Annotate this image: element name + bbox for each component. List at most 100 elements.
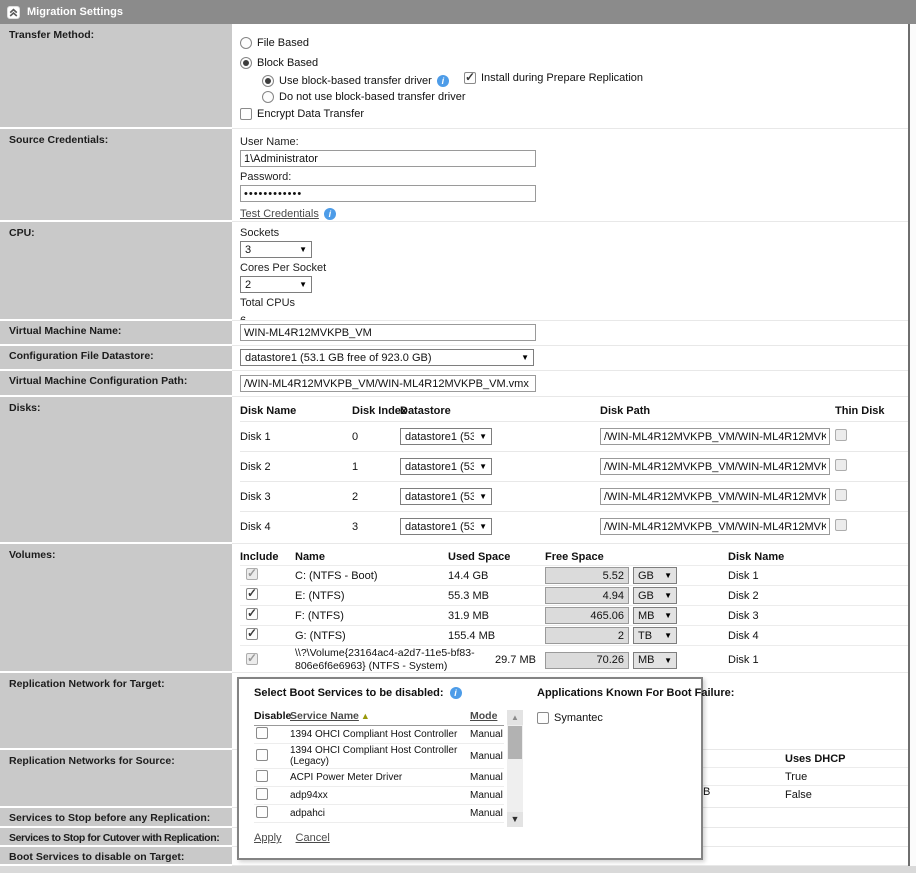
label-transfer-method: Transfer Method:	[0, 24, 232, 129]
panel-bottom-edge	[0, 866, 916, 873]
disks-header-name: Disk Name	[240, 405, 352, 417]
service-name: 1394 OHCI Compliant Host Controller (Leg…	[290, 745, 470, 767]
free-space-input[interactable]	[545, 652, 629, 669]
scroll-down-icon[interactable]: ▼	[507, 812, 523, 827]
disk-datastore-select[interactable]: datastore1 (53.1 GB free of 923.0 GB)▼	[400, 488, 492, 505]
no-driver-radio[interactable]	[262, 91, 274, 103]
disk-index: 2	[352, 491, 400, 503]
install-prepare-label: Install during Prepare Replication	[481, 72, 643, 84]
vm-name-input[interactable]	[240, 324, 536, 341]
label-boot-services-disable: Boot Services to disable on Target:	[0, 847, 232, 866]
include-volume-checkbox[interactable]	[246, 588, 258, 600]
scrollbar-thumb[interactable]	[508, 726, 522, 759]
migration-settings-panel: Migration Settings Transfer Method: File…	[0, 0, 916, 873]
disk-index: 1	[352, 461, 400, 473]
service-name: 1394 OHCI Compliant Host Controller	[290, 729, 470, 740]
vm-config-path-input[interactable]	[240, 375, 536, 392]
password-input[interactable]	[240, 185, 536, 202]
service-mode: Manual	[470, 808, 504, 819]
service-name: adp94xx	[290, 790, 470, 801]
apply-link[interactable]: Apply	[254, 832, 282, 844]
symantec-label: Symantec	[554, 712, 603, 724]
dropdown-arrow-icon: ▼	[521, 353, 529, 362]
disk-datastore-select[interactable]: datastore1 (53.1 GB free of 923.0 GB)▼	[400, 458, 492, 475]
panel-titlebar[interactable]: Migration Settings	[0, 0, 916, 24]
disk-datastore-select[interactable]: datastore1 (53.1 GB free of 923.0 GB)▼	[400, 428, 492, 445]
free-space-input[interactable]	[545, 627, 629, 644]
service-mode: Manual	[470, 790, 504, 801]
cpu-content: Sockets 3 ▼ Cores Per Socket 2 ▼ Total C…	[232, 222, 908, 321]
free-space-input[interactable]	[545, 587, 629, 604]
label-repl-network-target: Replication Network for Target:	[0, 673, 232, 750]
username-input[interactable]	[240, 150, 536, 167]
scroll-up-icon[interactable]: ▲	[507, 710, 523, 725]
disk-path-input[interactable]	[600, 428, 830, 445]
free-space-unit-select[interactable]: GB▼	[633, 587, 677, 604]
disk-path-input[interactable]	[600, 458, 830, 475]
include-volume-checkbox[interactable]	[246, 628, 258, 640]
free-space-unit-select[interactable]: GB▼	[633, 567, 677, 584]
popup-info-icon[interactable]: i	[450, 687, 462, 699]
label-services-stop-cutover: Services to Stop for Cutover with Replic…	[0, 828, 232, 847]
disk-name: Disk 1	[240, 431, 352, 443]
volumes-header-name: Name	[295, 551, 448, 563]
volume-row: F: (NTFS) 31.9 MB MB▼ Disk 3	[240, 605, 908, 625]
label-cpu: CPU:	[0, 222, 232, 321]
label-vm-name: Virtual Machine Name:	[0, 321, 232, 346]
boot-services-table: Disable Service Name▲ Mode 1394 OHCI Com…	[254, 706, 504, 823]
volume-row: \\?\Volume{23164ac4-a2d7-11e5-bf83-806e6…	[240, 645, 908, 673]
use-driver-info-icon[interactable]: i	[437, 75, 449, 87]
volume-disk-name: Disk 2	[728, 590, 908, 602]
dropdown-arrow-icon: ▼	[664, 571, 672, 580]
free-space-unit-select[interactable]: MB▼	[633, 652, 677, 669]
disk-path-input[interactable]	[600, 488, 830, 505]
test-credentials-link[interactable]: Test Credentials	[240, 208, 319, 220]
svc-header-mode[interactable]: Mode	[470, 710, 504, 722]
disk-datastore-select[interactable]: datastore1 (53.1 GB free of 923.0 GB)▼	[400, 518, 492, 535]
cores-select[interactable]: 2 ▼	[240, 276, 312, 293]
thin-disk-checkbox[interactable]	[835, 429, 847, 441]
boot-services-popup: Select Boot Services to be disabled: i A…	[237, 677, 703, 860]
services-scrollbar[interactable]: ▲ ▼	[507, 710, 523, 827]
install-prepare-checkbox[interactable]	[464, 72, 476, 84]
volume-row: E: (NTFS) 55.3 MB GB▼ Disk 2	[240, 585, 908, 605]
use-driver-radio[interactable]	[262, 75, 274, 87]
disable-service-checkbox[interactable]	[256, 727, 268, 739]
volume-used-space: 55.3 MB	[448, 590, 545, 602]
volume-used-space: 155.4 MB	[448, 630, 545, 642]
config-datastore-value: datastore1 (53.1 GB free of 923.0 GB)	[245, 352, 516, 364]
config-datastore-select[interactable]: datastore1 (53.1 GB free of 923.0 GB) ▼	[240, 349, 534, 366]
svc-header-service-name[interactable]: Service Name	[290, 710, 359, 722]
encrypt-checkbox[interactable]	[240, 108, 252, 120]
volumes-header-disk: Disk Name	[728, 551, 908, 563]
disable-service-checkbox[interactable]	[256, 806, 268, 818]
service-row: 1394 OHCI Compliant Host Controller Manu…	[254, 726, 504, 744]
vm-name-content	[232, 321, 908, 346]
disk-path-input[interactable]	[600, 518, 830, 535]
service-mode: Manual	[470, 751, 504, 762]
free-space-input[interactable]	[545, 607, 629, 624]
file-based-label: File Based	[257, 37, 309, 49]
disable-service-checkbox[interactable]	[256, 788, 268, 800]
no-driver-label: Do not use block-based transfer driver	[279, 91, 465, 103]
free-space-input[interactable]	[545, 567, 629, 584]
collapse-icon[interactable]	[7, 6, 20, 19]
include-volume-checkbox[interactable]	[246, 608, 258, 620]
symantec-checkbox[interactable]	[537, 712, 549, 724]
disable-service-checkbox[interactable]	[256, 749, 268, 761]
thin-disk-checkbox[interactable]	[835, 459, 847, 471]
apps-boot-failure-title: Applications Known For Boot Failure:	[537, 687, 734, 699]
free-space-unit-select[interactable]: MB▼	[633, 607, 677, 624]
disable-service-checkbox[interactable]	[256, 770, 268, 782]
disks-rows: Disk 1 0 datastore1 (53.1 GB free of 923…	[240, 421, 908, 541]
thin-disk-checkbox[interactable]	[835, 519, 847, 531]
block-based-radio[interactable]	[240, 57, 252, 69]
free-space-unit-select[interactable]: TB▼	[633, 627, 677, 644]
cancel-link[interactable]: Cancel	[296, 832, 330, 844]
services-rows: 1394 OHCI Compliant Host Controller Manu…	[254, 726, 504, 823]
disk-index: 3	[352, 521, 400, 533]
thin-disk-checkbox[interactable]	[835, 489, 847, 501]
file-based-radio[interactable]	[240, 37, 252, 49]
sockets-select[interactable]: 3 ▼	[240, 241, 312, 258]
test-credentials-info-icon[interactable]: i	[324, 208, 336, 220]
